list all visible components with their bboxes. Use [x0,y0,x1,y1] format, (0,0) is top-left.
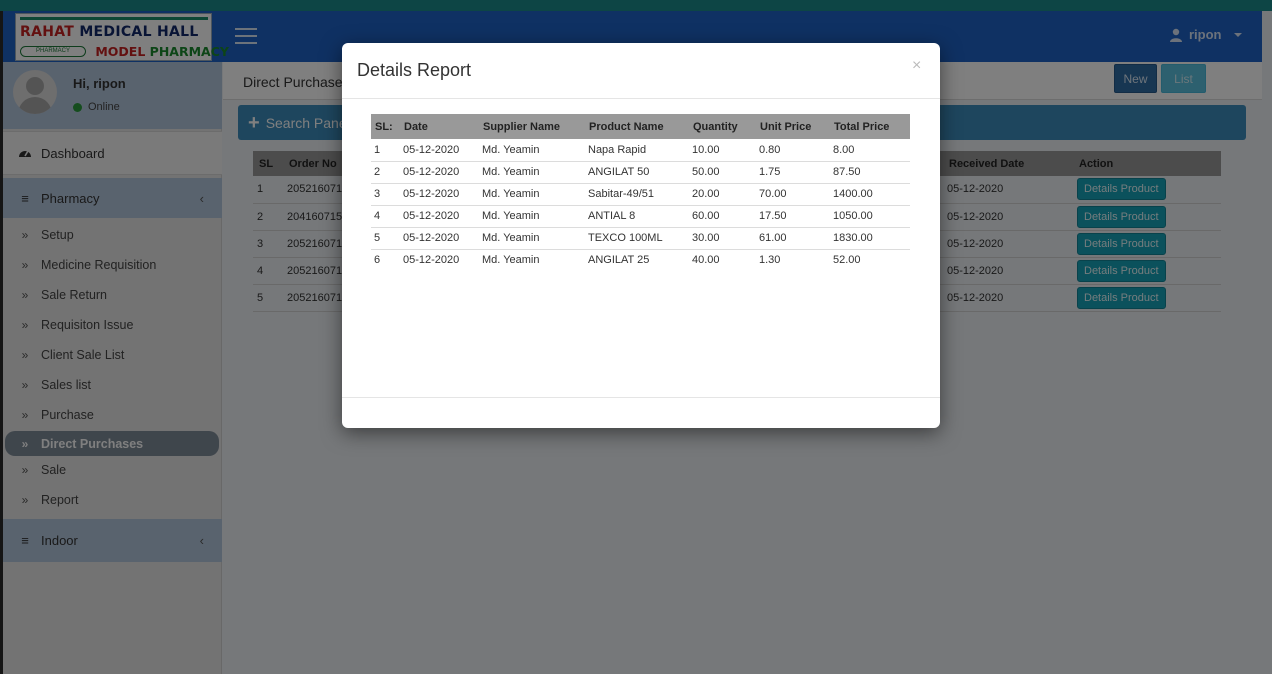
cell-unit-price: 17.50 [756,205,830,228]
table-row: 3 05-12-2020 Md. Yeamin Sabitar-49/51 20… [371,183,910,206]
cell-date: 05-12-2020 [400,161,479,184]
cell-quantity: 60.00 [689,205,756,228]
cell-supplier: Md. Yeamin [479,205,585,228]
cell-quantity: 40.00 [692,254,720,267]
cell-quantity: 30.00 [689,227,756,250]
table-row: 1 05-12-2020 Md. Yeamin Napa Rapid 10.00… [371,139,910,162]
cell-unit-price: 61.00 [756,227,830,250]
column-header: Quantity [689,114,756,139]
cell-total-price: 1400.00 [830,183,910,206]
cell-sl: 2 [371,161,400,184]
cell-unit-price: 1.30 [759,254,781,267]
close-icon[interactable]: × [912,57,921,75]
cell-date: 05-12-2020 [400,139,479,162]
cell-total-price: 52.00 [833,254,861,267]
cell-supplier: Md. Yeamin [482,254,540,267]
cell-unit-price: 1.75 [756,161,830,184]
cell-unit-price: 70.00 [756,183,830,206]
cell-supplier: Md. Yeamin [479,139,585,162]
table-row: 2 05-12-2020 Md. Yeamin ANGILAT 50 50.00… [371,161,910,184]
cell-sl: 5 [371,227,400,250]
cell-date: 05-12-2020 [403,254,460,267]
table-row: 6 05-12-2020 Md. Yeamin ANGILAT 25 40.00… [371,249,910,271]
cell-product: Napa Rapid [585,139,689,162]
cell-product: ANTIAL 8 [585,205,689,228]
cell-sl: 3 [371,183,400,206]
column-header: Supplier Name [479,114,585,139]
modal-footer-divider [342,397,940,398]
cell-sl: 1 [371,139,400,162]
cell-sl: 4 [371,205,400,228]
cell-quantity: 20.00 [689,183,756,206]
cell-unit-price: 0.80 [756,139,830,162]
column-header: Product Name [585,114,689,139]
cell-product: ANGILAT 50 [585,161,689,184]
modal-header: Details Report × [342,43,940,99]
modal-title: Details Report [357,60,472,80]
details-report-table: SL: Date Supplier Name Product Name Quan… [371,114,910,271]
table-row: 5 05-12-2020 Md. Yeamin TEXCO 100ML 30.0… [371,227,910,250]
cell-total-price: 87.50 [830,161,910,184]
cell-date: 05-12-2020 [400,227,479,250]
cell-total-price: 8.00 [830,139,910,162]
cell-total-price: 1830.00 [830,227,910,250]
cell-product: ANGILAT 25 [588,254,650,267]
cell-product: Sabitar-49/51 [585,183,689,206]
column-header: Unit Price [756,114,830,139]
column-header: SL: [371,114,400,139]
cell-product: TEXCO 100ML [585,227,689,250]
cell-supplier: Md. Yeamin [479,161,585,184]
cell-quantity: 10.00 [689,139,756,162]
cell-date: 05-12-2020 [400,205,479,228]
table-row: 4 05-12-2020 Md. Yeamin ANTIAL 8 60.00 1… [371,205,910,228]
cell-supplier: Md. Yeamin [479,227,585,250]
cell-date: 05-12-2020 [400,183,479,206]
details-report-modal: Details Report × SL: Date Supplier Name … [342,43,940,428]
cell-quantity: 50.00 [689,161,756,184]
cell-sl: 6 [374,254,381,267]
table-header-row: SL: Date Supplier Name Product Name Quan… [371,114,910,139]
column-header: Total Price [830,114,910,139]
cell-total-price: 1050.00 [830,205,910,228]
column-header: Date [400,114,479,139]
cell-supplier: Md. Yeamin [479,183,585,206]
